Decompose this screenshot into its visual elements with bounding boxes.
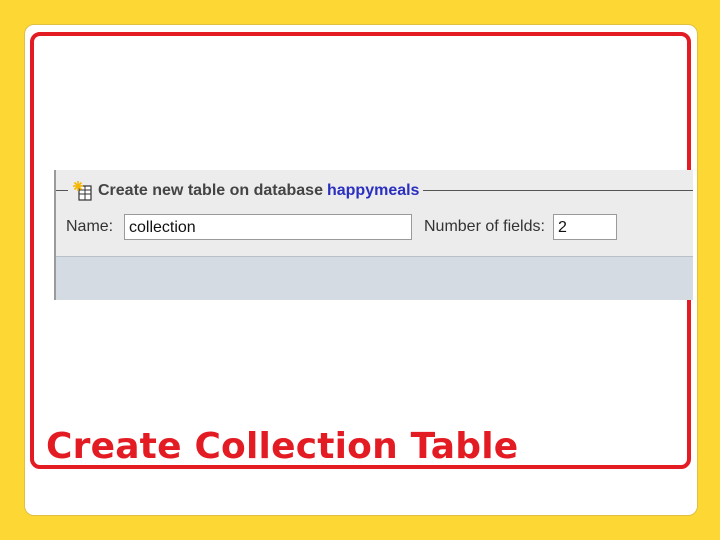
create-table-panel: Create new table on database happymeals … xyxy=(54,170,693,300)
fieldset-legend: Create new table on database happymeals xyxy=(68,180,424,202)
table-form-row: Name: collection Number of fields: 2 xyxy=(66,214,617,240)
number-of-fields-label: Number of fields: xyxy=(424,218,545,235)
new-table-icon xyxy=(72,180,94,202)
name-label: Name: xyxy=(66,218,114,235)
slide-title: Create Collection Table xyxy=(46,426,519,467)
create-table-fieldset: Create new table on database happymeals … xyxy=(56,170,693,256)
number-of-fields-input[interactable]: 2 xyxy=(552,214,617,240)
database-name-link[interactable]: happymeals xyxy=(327,182,419,200)
table-name-input[interactable]: collection xyxy=(124,214,412,240)
legend-text: Create new table on database xyxy=(98,182,323,199)
panel-footer-band xyxy=(56,256,693,300)
